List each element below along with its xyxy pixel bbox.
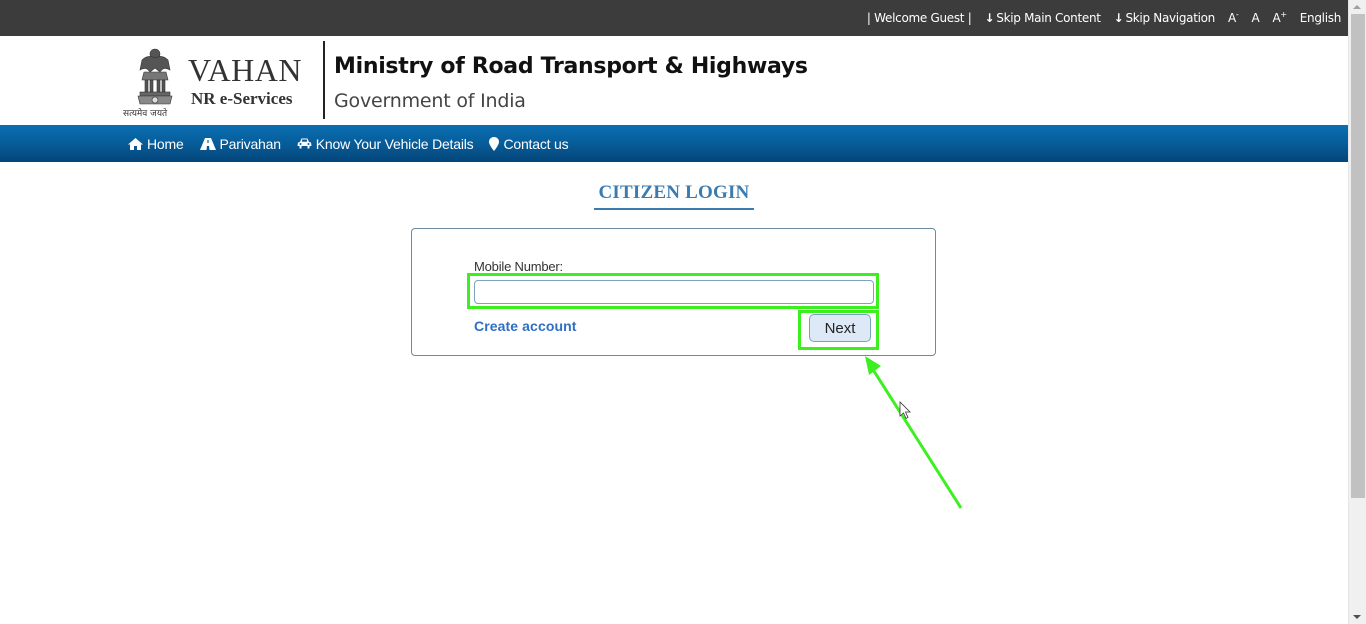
site-header: सत्यमेव जयते VAHAN NR e-Services Ministr… <box>0 36 1348 125</box>
next-button[interactable]: Next <box>809 314 871 342</box>
ministry-title: Ministry of Road Transport & Highways <box>334 54 808 79</box>
welcome-guest-text: | Welcome Guest | <box>866 11 972 25</box>
font-normal-button[interactable]: A <box>1252 11 1260 25</box>
brand-subtitle: NR e-Services <box>191 89 293 108</box>
nav-item-home[interactable]: Home <box>128 136 184 152</box>
vertical-scrollbar[interactable] <box>1348 0 1366 624</box>
mobile-number-label: Mobile Number: <box>474 259 563 274</box>
scroll-down-arrow-icon[interactable] <box>1353 615 1361 619</box>
nav-item-contact-us[interactable]: Contact us <box>489 136 569 152</box>
skip-main-content-link[interactable]: ↓ Skip Main Content <box>984 11 1100 25</box>
home-icon <box>128 137 143 150</box>
language-selector[interactable]: English <box>1300 11 1342 25</box>
national-emblem-logo: सत्यमेव जयते <box>123 46 184 119</box>
scroll-up-arrow-icon[interactable] <box>1353 5 1361 9</box>
create-account-link[interactable]: Create account <box>474 318 577 334</box>
font-decrease-button[interactable]: A- <box>1228 11 1239 26</box>
mobile-number-input[interactable] <box>474 280 874 304</box>
skip-navigation-link[interactable]: ↓ Skip Navigation <box>1113 11 1216 25</box>
road-icon <box>199 137 216 150</box>
font-increase-button[interactable]: A+ <box>1272 11 1287 26</box>
header-divider <box>323 41 325 119</box>
emblem-motto: सत्यमेव जयते <box>123 109 168 119</box>
map-marker-icon <box>489 136 500 151</box>
government-subtitle: Government of India <box>334 90 526 112</box>
brand-title: VAHAN <box>188 52 302 88</box>
mouse-cursor-icon <box>899 401 911 420</box>
login-form-panel: Mobile Number: Create account Next <box>411 228 936 356</box>
arrow-shaft <box>870 367 963 509</box>
main-navbar: Home Parivahan Know Your Vehicle Details… <box>0 125 1348 162</box>
arrow-down-icon: ↓ <box>1113 11 1124 25</box>
nav-item-parivahan[interactable]: Parivahan <box>199 136 281 152</box>
login-title-wrapper: CITIZEN LOGIN <box>0 182 1348 210</box>
top-utility-bar: | Welcome Guest | ↓ Skip Main Content ↓ Sk… <box>0 0 1348 36</box>
arrow-head-icon <box>865 356 881 375</box>
scrollbar-thumb[interactable] <box>1351 14 1365 498</box>
page-title: CITIZEN LOGIN <box>593 182 755 210</box>
car-icon <box>297 138 312 149</box>
nav-item-know-your-vehicle[interactable]: Know Your Vehicle Details <box>297 136 474 152</box>
arrow-down-icon: ↓ <box>984 11 995 25</box>
